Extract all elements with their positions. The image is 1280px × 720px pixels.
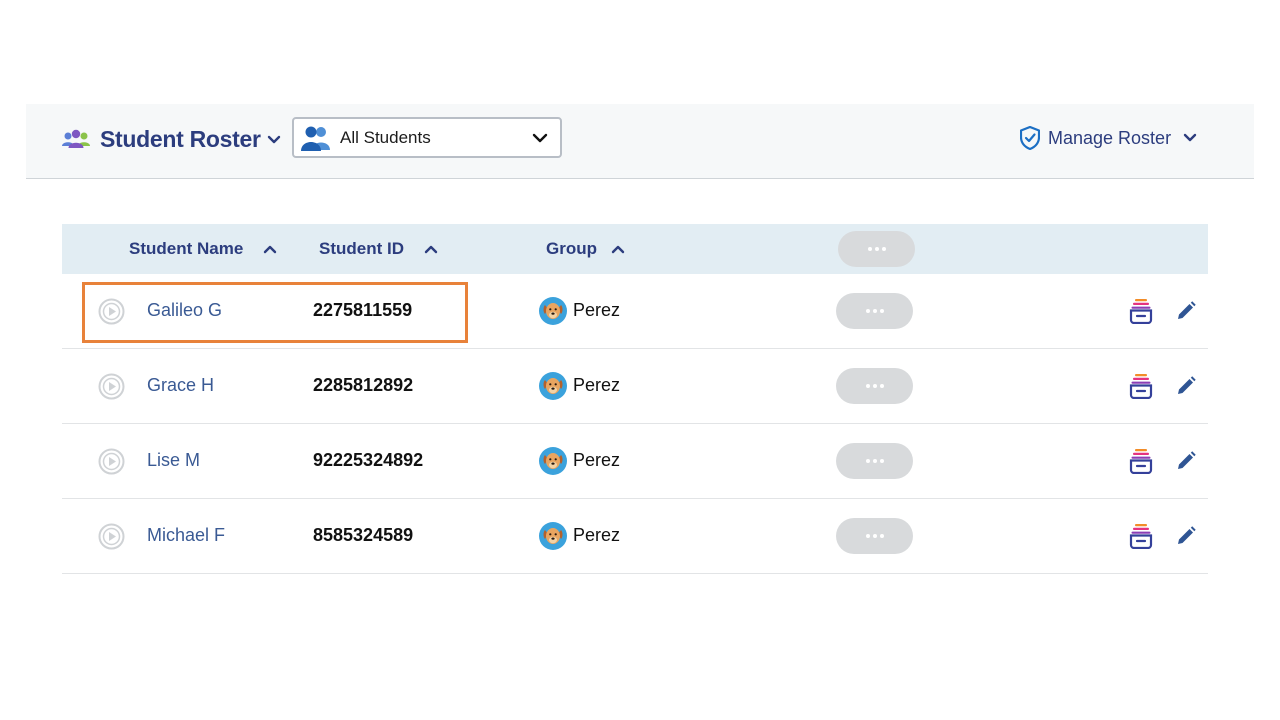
- table-row: Michael F 8585324589 Perez: [62, 499, 1208, 574]
- more-icon: [865, 534, 884, 538]
- shield-check-icon: [1020, 126, 1040, 150]
- table-row: Galileo G 2275811559 Perez: [62, 274, 1208, 349]
- column-header-student-id[interactable]: Student ID: [319, 224, 438, 274]
- tray-icon[interactable]: [1129, 448, 1153, 474]
- student-group: Perez: [573, 300, 621, 320]
- student-group: Perez: [573, 375, 621, 395]
- student-name-link[interactable]: Lise M: [147, 450, 200, 471]
- row-more-options-button[interactable]: [836, 518, 913, 554]
- student-name-link[interactable]: Michael F: [147, 525, 225, 546]
- dog-avatar-icon: [539, 522, 567, 550]
- pencil-icon[interactable]: [1176, 451, 1196, 471]
- sort-ascending-icon[interactable]: [263, 244, 277, 254]
- manage-roster-button[interactable]: Manage Roster: [1020, 124, 1197, 152]
- users-icon: [301, 126, 330, 151]
- sort-ascending-icon[interactable]: [424, 244, 438, 254]
- page-title: Student Roster: [100, 125, 261, 152]
- tray-icon[interactable]: [1129, 523, 1153, 549]
- filter-selected-value: All Students: [340, 127, 431, 147]
- student-filter-select[interactable]: All Students: [292, 117, 562, 158]
- tray-icon[interactable]: [1129, 373, 1153, 399]
- table-row: Lise M 92225324892 Perez: [62, 424, 1208, 499]
- more-icon: [865, 384, 884, 388]
- column-header-student-name[interactable]: Student Name: [129, 224, 277, 274]
- more-icon: [865, 459, 884, 463]
- roster-menu-button[interactable]: Student Roster: [62, 122, 281, 156]
- dog-avatar-icon: [539, 447, 567, 475]
- column-header-label: Student ID: [319, 239, 404, 258]
- play-icon[interactable]: [98, 298, 125, 325]
- dog-avatar-icon: [539, 297, 567, 325]
- manage-roster-label: Manage Roster: [1048, 127, 1172, 148]
- chevron-down-icon: [1183, 133, 1197, 142]
- column-header-label: Student Name: [129, 239, 244, 258]
- pencil-icon[interactable]: [1176, 376, 1196, 396]
- student-name-link[interactable]: Grace H: [147, 375, 214, 396]
- student-id: 8585324589: [313, 525, 414, 545]
- student-id: 2285812892: [313, 375, 414, 395]
- more-icon: [867, 247, 886, 251]
- sort-ascending-icon[interactable]: [611, 244, 625, 254]
- row-more-options-button[interactable]: [836, 293, 913, 329]
- row-more-options-button[interactable]: [836, 368, 913, 404]
- row-more-options-button[interactable]: [836, 443, 913, 479]
- play-icon[interactable]: [98, 448, 125, 475]
- pencil-icon[interactable]: [1176, 526, 1196, 546]
- student-name-link[interactable]: Galileo G: [147, 300, 222, 321]
- student-group: Perez: [573, 450, 621, 470]
- pencil-icon[interactable]: [1176, 301, 1196, 321]
- people-group-icon: [62, 129, 90, 148]
- student-id: 92225324892: [313, 450, 424, 470]
- table-header-row: Student Name Student ID Group: [62, 224, 1208, 274]
- header-more-options-button[interactable]: [838, 231, 915, 267]
- chevron-down-icon: [532, 133, 548, 142]
- more-icon: [865, 309, 884, 313]
- chevron-down-icon: [267, 135, 280, 144]
- play-icon[interactable]: [98, 523, 125, 550]
- student-table: Student Name Student ID Group Galileo G …: [62, 224, 1208, 574]
- student-group: Perez: [573, 525, 621, 545]
- play-icon[interactable]: [98, 373, 125, 400]
- column-header-label: Group: [546, 239, 597, 258]
- tray-icon[interactable]: [1129, 298, 1153, 324]
- table-row: Grace H 2285812892 Perez: [62, 349, 1208, 424]
- dog-avatar-icon: [539, 372, 567, 400]
- column-header-group[interactable]: Group: [546, 224, 625, 274]
- roster-toolbar: Student Roster All Students Manage Roste…: [26, 104, 1254, 179]
- student-id: 2275811559: [313, 300, 413, 320]
